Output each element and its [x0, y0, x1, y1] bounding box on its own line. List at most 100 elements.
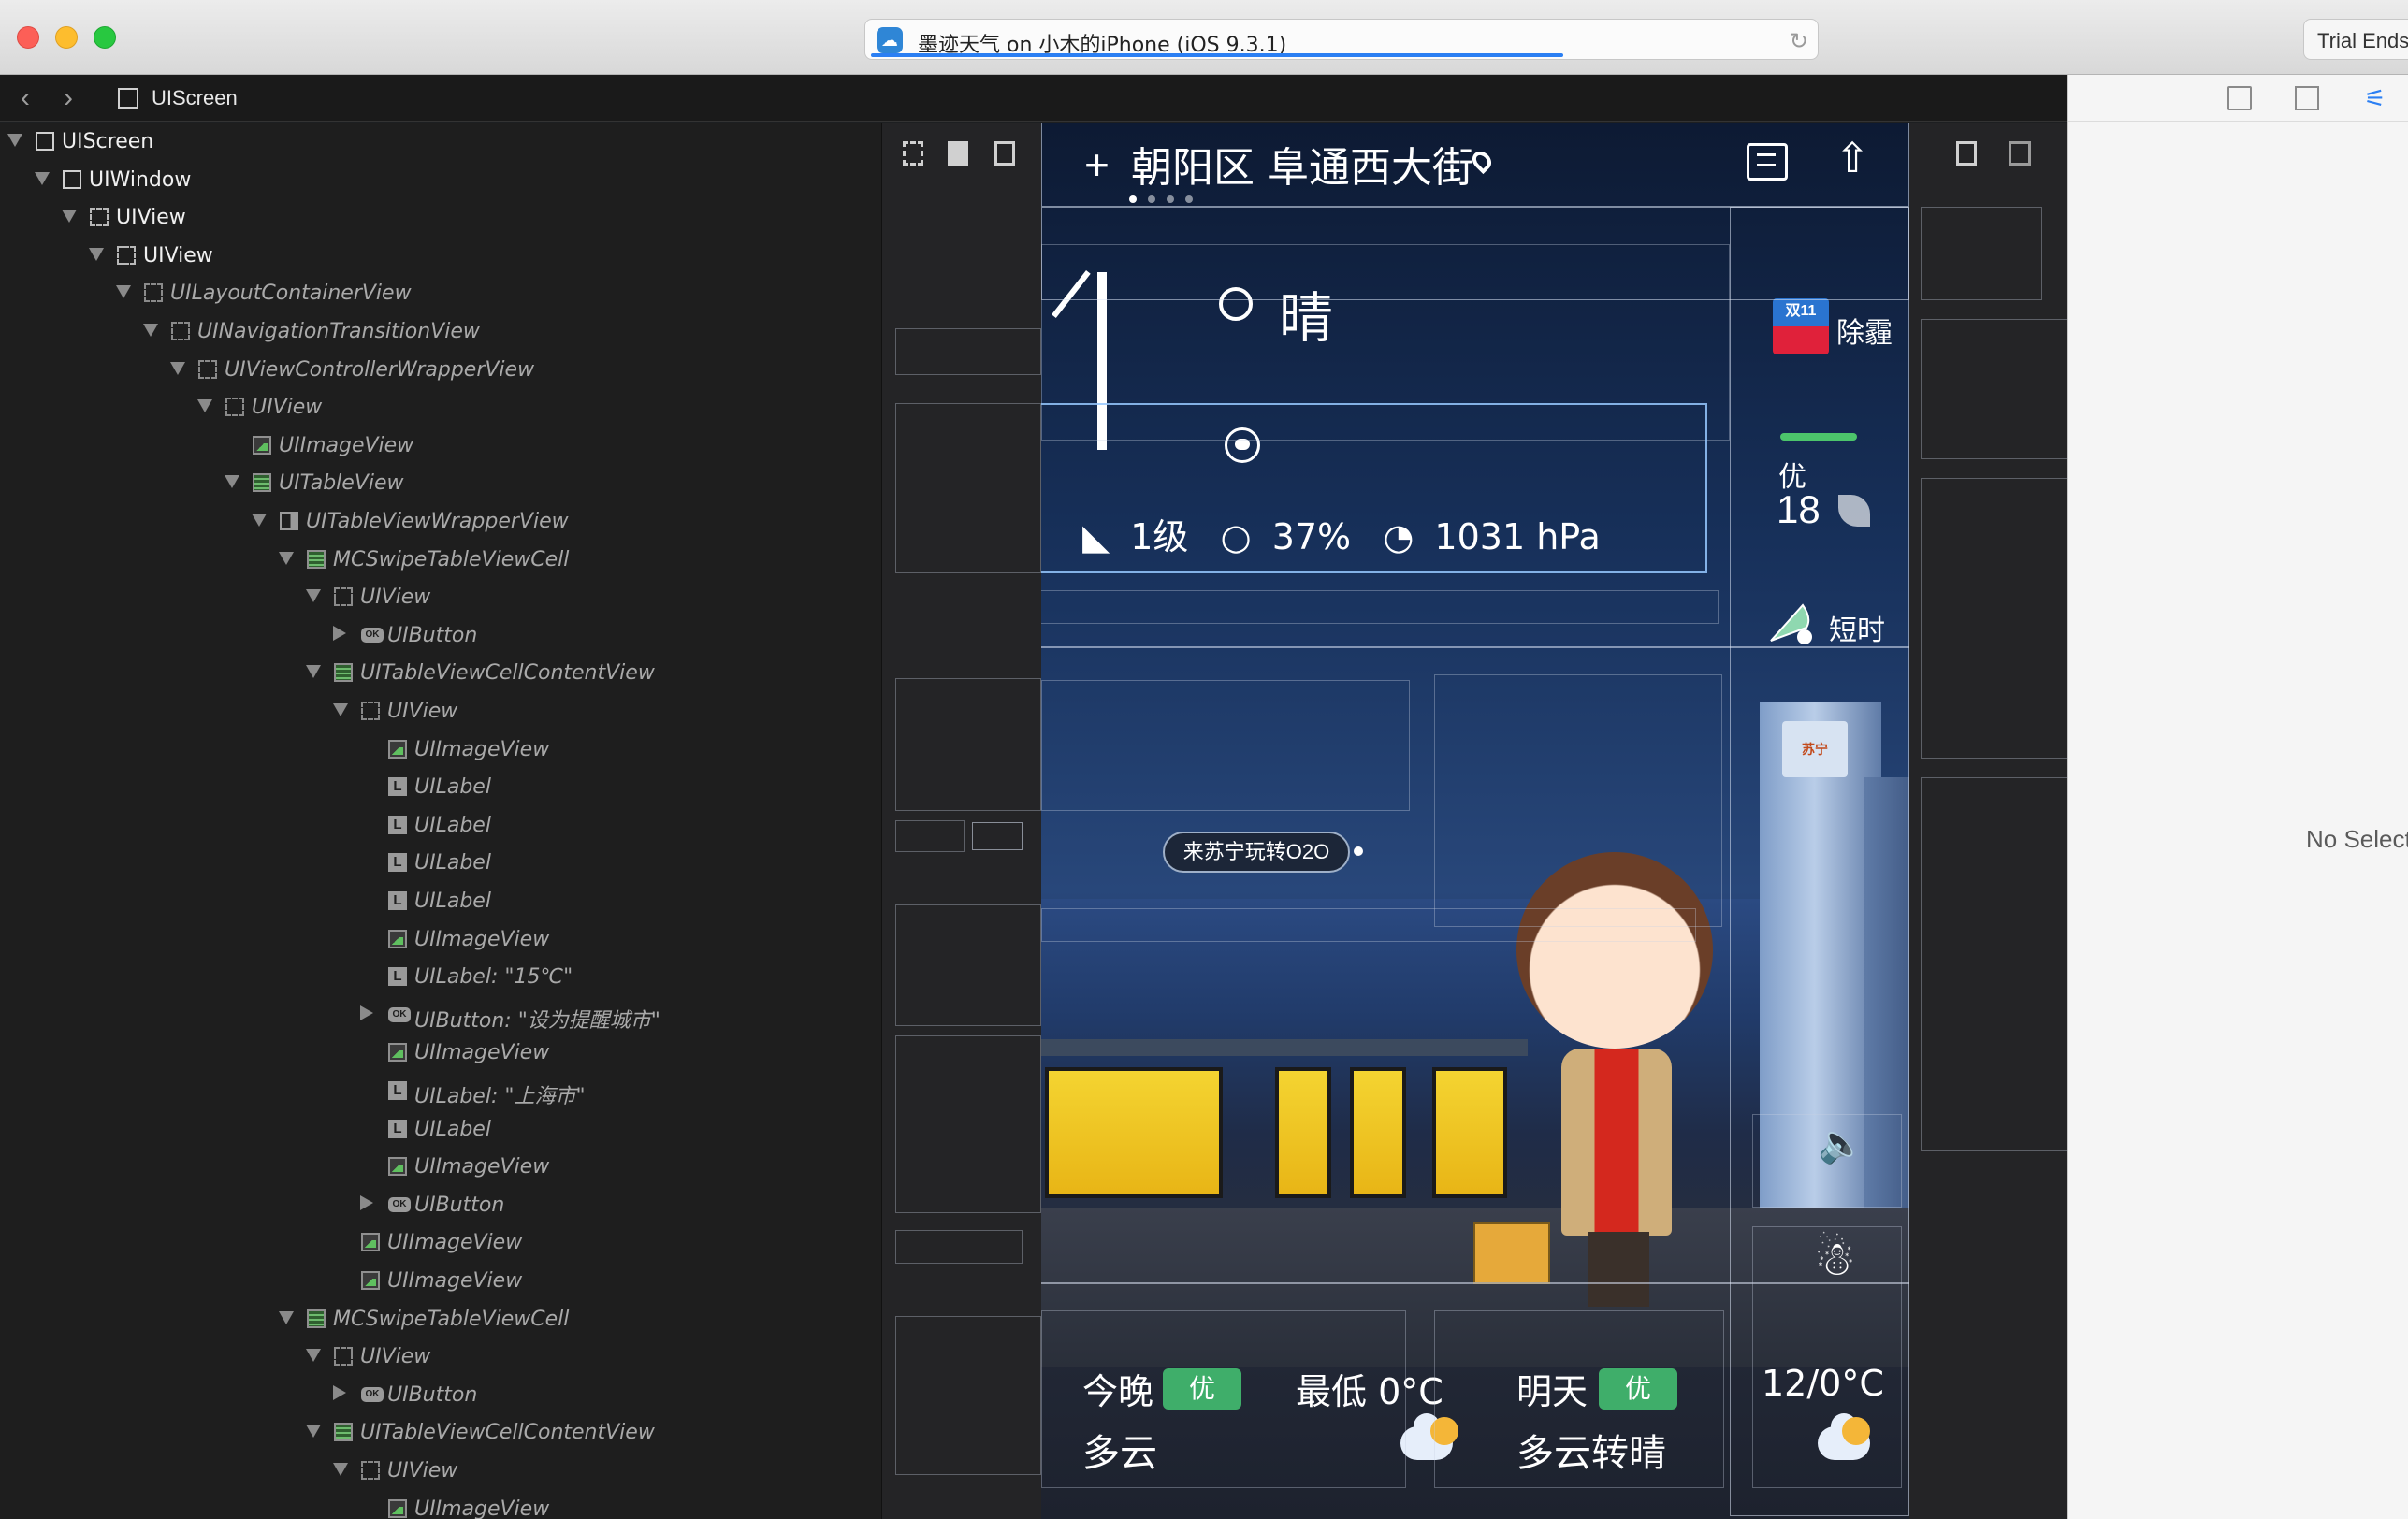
disclosure-open-icon[interactable] — [333, 1463, 348, 1476]
tree-row[interactable]: UIView — [0, 1338, 881, 1375]
wireframe — [1921, 478, 2067, 759]
minimize-button[interactable] — [55, 26, 78, 49]
inspector-panel: ⚟ No Selection — [2067, 75, 2408, 1519]
tree-row[interactable]: UIScreen — [0, 123, 881, 160]
close-button[interactable] — [17, 26, 39, 49]
combined-tool-icon[interactable] — [994, 141, 1015, 166]
disclosure-open-icon[interactable] — [116, 285, 131, 299]
lbl-icon: L — [388, 815, 407, 834]
tree-row[interactable]: UIImageView — [0, 1148, 881, 1185]
disclosure-open-icon[interactable] — [306, 589, 321, 603]
lbl-icon: L — [388, 1081, 407, 1100]
tree-row[interactable]: L UILabel — [0, 844, 881, 881]
tree-row[interactable]: L UILabel — [0, 882, 881, 919]
disclosure-open-icon[interactable] — [7, 134, 22, 147]
tree-row[interactable]: UIImageView — [0, 1223, 881, 1261]
file-inspector-icon[interactable] — [2227, 86, 2252, 110]
tree-row[interactable]: UINavigationTransitionView — [0, 312, 881, 350]
tree-row-label: MCSwipeTableViewCell — [333, 1307, 570, 1331]
tree-row[interactable]: L UILabel — [0, 768, 881, 805]
mascot-body[interactable] — [1561, 1049, 1672, 1236]
tree-row[interactable]: UIWindow — [0, 161, 881, 198]
trial-badge[interactable]: Trial Ends — [2303, 19, 2408, 60]
tree-row[interactable]: UIImageView — [0, 920, 881, 958]
reload-icon[interactable]: ↻ — [1790, 28, 1808, 55]
btn-icon: OK — [361, 1386, 384, 1402]
tree-row[interactable]: UITableViewCellContentView — [0, 1413, 881, 1451]
tree-row[interactable]: OK UIButton: "设为提醒城市" — [0, 996, 881, 1034]
dashdim-icon — [144, 283, 163, 303]
tree-row[interactable]: UIView — [0, 198, 881, 236]
device-screen[interactable]: 苏宁 + 朝阳区 阜通西大街 ⇧ 晴 ◣ 1级 ○ 37% ◔ 1031 hPa… — [1041, 123, 1909, 1519]
dash-icon — [117, 245, 136, 265]
disclosure-open-icon[interactable] — [197, 399, 212, 413]
tree-row[interactable]: OK UIButton — [0, 616, 881, 654]
zoom-button[interactable] — [94, 26, 116, 49]
tree-row[interactable]: UIView — [0, 1452, 881, 1489]
tree-row[interactable]: L UILabel — [0, 806, 881, 844]
tree-row[interactable]: UIView — [0, 578, 881, 615]
tree-row[interactable]: OK UIButton — [0, 1186, 881, 1223]
tree-row[interactable]: MCSwipeTableViewCell — [0, 541, 881, 578]
view-hierarchy-tree[interactable]: UIScreen UIWindow UIView UIView UILayoutCont… — [0, 123, 881, 1519]
tree-row[interactable]: UIView — [0, 237, 881, 274]
disclosure-closed-icon[interactable] — [360, 1005, 373, 1020]
tree-row[interactable]: UIView — [0, 388, 881, 426]
tree-row[interactable]: UIImageView — [0, 731, 881, 768]
device-frame-icon[interactable] — [1956, 141, 1977, 166]
disclosure-open-icon[interactable] — [306, 1425, 321, 1439]
tree-row[interactable]: UIImageView — [0, 1262, 881, 1299]
disclosure-open-icon[interactable] — [89, 247, 104, 261]
disclosure-open-icon[interactable] — [62, 210, 77, 224]
disclosure-closed-icon[interactable] — [333, 625, 346, 641]
tree-row[interactable]: UIView — [0, 692, 881, 730]
wireframe — [895, 1035, 1041, 1213]
dashdim-icon — [361, 1461, 380, 1480]
tree-row[interactable]: UIViewControllerWrapperView — [0, 351, 881, 388]
tree-row-label: UILabel — [414, 813, 491, 837]
tree-row-label: UILayoutContainerView — [170, 282, 412, 306]
jump-bar-label[interactable]: UIScreen — [152, 86, 238, 110]
tree-row[interactable]: OK UIButton — [0, 1376, 881, 1413]
content-tool-icon[interactable] — [948, 141, 968, 166]
rotate-device-icon[interactable] — [2009, 141, 2031, 166]
disclosure-open-icon[interactable] — [170, 361, 185, 375]
disclosure-closed-icon[interactable] — [333, 1384, 346, 1400]
tree-row[interactable]: UIImageView — [0, 427, 881, 464]
disclosure-open-icon[interactable] — [35, 171, 50, 185]
img-icon — [388, 929, 407, 948]
back-arrow-icon[interactable]: ‹ — [21, 82, 30, 114]
tree-row[interactable]: L UILabel: "上海市" — [0, 1072, 881, 1109]
wireframe-tool-icon[interactable] — [903, 141, 923, 166]
disclosure-open-icon[interactable] — [279, 1310, 294, 1324]
disclosure-open-icon[interactable] — [279, 551, 294, 565]
dash-icon — [90, 208, 109, 227]
tree-row[interactable]: UITableView — [0, 464, 881, 501]
tree-row[interactable]: L UILabel: "15℃" — [0, 958, 881, 995]
tree-row-label: UIButton — [387, 623, 478, 647]
disclosure-closed-icon[interactable] — [360, 1194, 373, 1210]
disclosure-open-icon[interactable] — [306, 1349, 321, 1363]
disclosure-open-icon[interactable] — [225, 475, 239, 489]
tree-row[interactable]: UIImageView — [0, 1034, 881, 1071]
disclosure-open-icon[interactable] — [306, 665, 321, 679]
size-inspector-icon[interactable] — [2295, 86, 2319, 110]
tree-row[interactable]: UITableViewCellContentView — [0, 654, 881, 691]
tree-row[interactable]: UIImageView — [0, 1490, 881, 1519]
tree-row[interactable]: UITableViewWrapperView — [0, 502, 881, 540]
table-icon — [334, 663, 353, 683]
tree-row-label: UITableView — [279, 471, 404, 496]
promo-bubble[interactable]: 来苏宁玩转O2O — [1163, 832, 1350, 873]
disclosure-open-icon[interactable] — [143, 324, 158, 337]
tree-row[interactable]: L UILabel — [0, 1110, 881, 1148]
canvas-area[interactable]: 苏宁 + 朝阳区 阜通西大街 ⇧ 晴 ◣ 1级 ○ 37% ◔ 1031 hPa… — [881, 123, 2067, 1519]
disclosure-open-icon[interactable] — [252, 514, 267, 527]
wireframe — [1921, 207, 2042, 300]
wireframe — [895, 904, 1041, 1026]
disclosure-open-icon[interactable] — [333, 703, 348, 716]
forward-arrow-icon[interactable]: › — [64, 82, 73, 114]
attributes-inspector-icon[interactable]: ⚟ — [2364, 86, 2388, 110]
tree-row[interactable]: MCSwipeTableViewCell — [0, 1300, 881, 1338]
tree-row[interactable]: UILayoutContainerView — [0, 274, 881, 311]
table-icon — [334, 1423, 353, 1442]
